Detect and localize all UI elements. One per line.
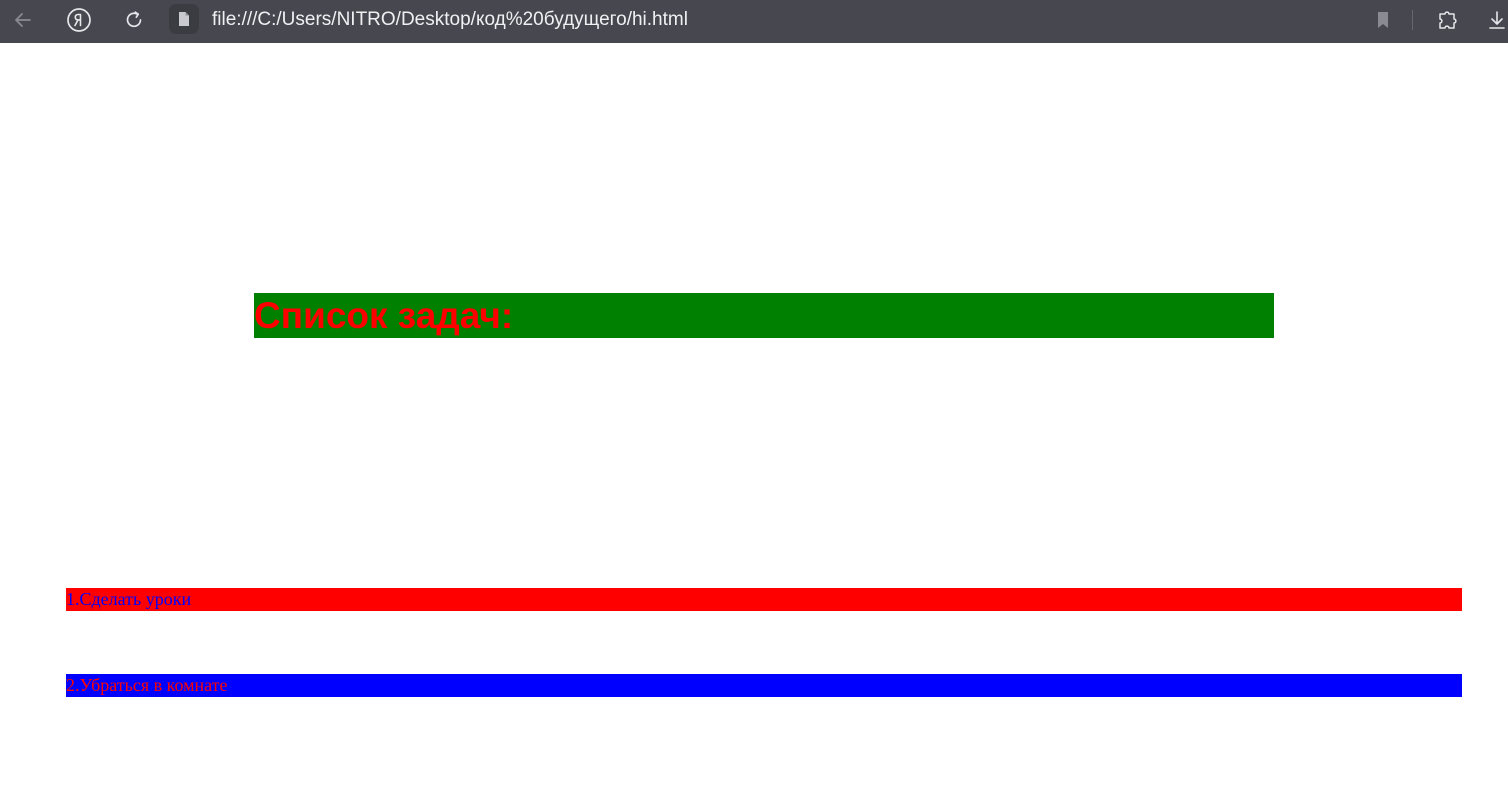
back-button[interactable] xyxy=(6,4,40,36)
task-item-1: 1.Сделать уроки xyxy=(66,588,1462,611)
download-icon xyxy=(1489,11,1505,29)
toolbar-divider xyxy=(1412,10,1413,30)
page-info-button[interactable] xyxy=(169,4,199,34)
file-icon xyxy=(179,12,189,26)
arrow-left-icon xyxy=(15,13,31,27)
bookmark-icon xyxy=(1378,12,1388,28)
download-button[interactable] xyxy=(1486,4,1508,36)
task-item-2: 2.Убраться в комнате xyxy=(66,674,1462,697)
browser-toolbar: file:///C:/Users/NITRO/Desktop/код%20буд… xyxy=(0,0,1508,43)
yandex-logo-icon xyxy=(67,8,91,32)
reload-button[interactable] xyxy=(117,4,151,36)
reload-icon xyxy=(126,11,142,28)
extension-button[interactable] xyxy=(1431,4,1465,36)
address-bar[interactable]: file:///C:/Users/NITRO/Desktop/код%20буд… xyxy=(212,8,688,32)
yandex-button[interactable] xyxy=(62,4,96,36)
bookmark-button[interactable] xyxy=(1366,4,1400,36)
page-title: Список задач: xyxy=(254,293,1274,338)
extension-icon xyxy=(1439,11,1457,29)
